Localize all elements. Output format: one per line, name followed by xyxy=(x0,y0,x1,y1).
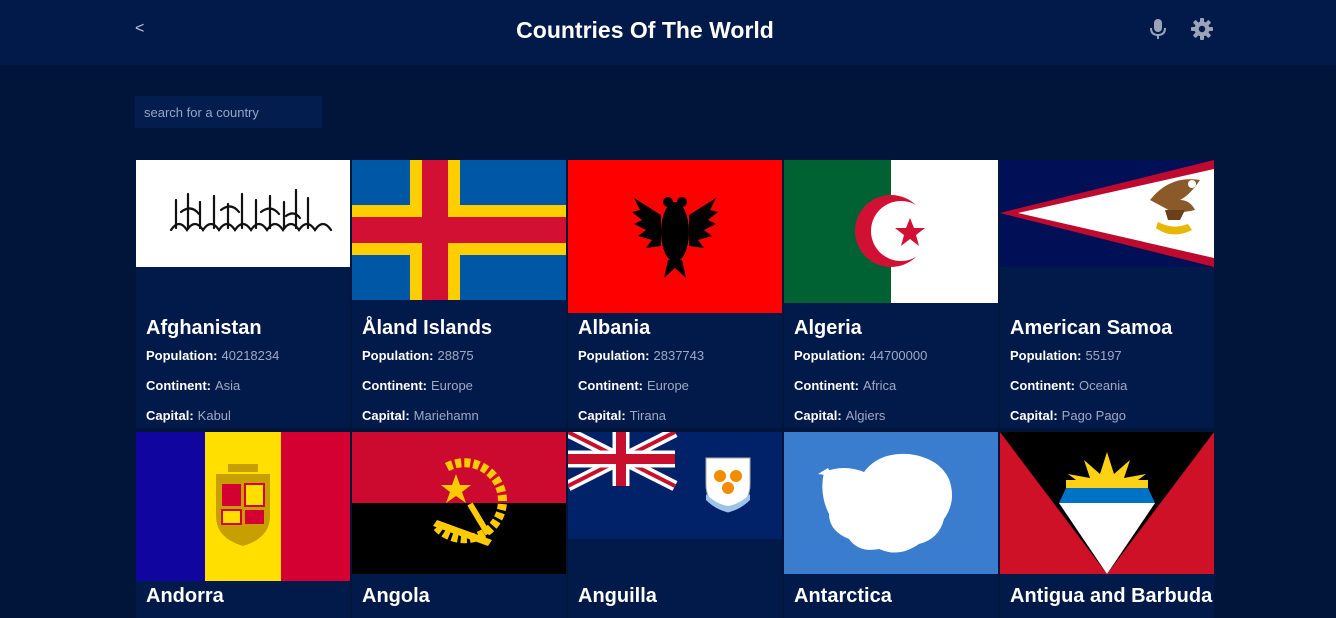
american-samoa-flag xyxy=(1000,160,1214,267)
capital-value: Algiers xyxy=(845,408,886,423)
continent-label: Continent: xyxy=(794,378,859,393)
country-name: Albania xyxy=(578,317,651,339)
continent-label: Continent: xyxy=(362,378,427,393)
country-card[interactable]: Afghanistan Population: 40218234 Continen… xyxy=(136,160,350,428)
capital-label: Capital: xyxy=(146,408,194,423)
population-row: Population: 44700000 xyxy=(794,348,927,363)
antigua-and-barbuda-flag xyxy=(1000,432,1214,574)
country-card[interactable]: Angola xyxy=(352,432,566,618)
page-title: Countries Of The World xyxy=(0,17,1290,44)
continent-row: Continent: Africa xyxy=(794,378,896,393)
population-row: Population: 28875 xyxy=(362,348,474,363)
algeria-flag xyxy=(784,160,998,303)
country-name: Afghanistan xyxy=(146,317,262,339)
continent-row: Continent: Europe xyxy=(578,378,689,393)
population-label: Population: xyxy=(362,348,434,363)
country-name: Angola xyxy=(362,585,430,607)
continent-label: Continent: xyxy=(1010,378,1075,393)
continent-value: Europe xyxy=(646,378,689,393)
population-row: Population: 2837743 xyxy=(578,348,704,363)
search-input[interactable] xyxy=(135,96,322,128)
country-name: American Samoa xyxy=(1010,317,1173,339)
afghanistan-flag xyxy=(136,160,350,267)
country-card[interactable]: Albania Population: 2837743 Continent: Eur… xyxy=(568,160,782,428)
microphone-icon[interactable] xyxy=(1149,18,1167,40)
page-title-text: Countries Of The World xyxy=(516,17,774,43)
country-card[interactable]: Anguilla xyxy=(568,432,782,618)
capital-label: Capital: xyxy=(1010,408,1058,423)
antarctica-flag xyxy=(784,432,998,574)
capital-label: Capital: xyxy=(578,408,626,423)
gear-icon[interactable] xyxy=(1190,17,1214,41)
app-header: < Countries Of The World xyxy=(0,0,1336,65)
population-value: 44700000 xyxy=(869,348,928,363)
continent-row: Continent: Asia xyxy=(146,378,240,393)
continent-row: Continent: Oceania xyxy=(1010,378,1127,393)
population-label: Population: xyxy=(794,348,866,363)
capital-row: Capital: Tirana xyxy=(578,408,666,423)
capital-value: Mariehamn xyxy=(413,408,479,423)
capital-row: Capital: Pago Pago xyxy=(1010,408,1126,423)
capital-row: Capital: Algiers xyxy=(794,408,885,423)
country-card[interactable]: Andorra xyxy=(136,432,350,618)
continent-value: Europe xyxy=(430,378,473,393)
continent-label: Continent: xyxy=(578,378,643,393)
country-card[interactable]: American Samoa Population: 55197 Continen… xyxy=(1000,160,1214,428)
aland-flag xyxy=(352,160,566,300)
population-value: 28875 xyxy=(437,348,474,363)
continent-value: Asia xyxy=(214,378,241,393)
albania-flag xyxy=(568,160,782,313)
capital-label: Capital: xyxy=(362,408,410,423)
capital-value: Tirana xyxy=(629,408,667,423)
continent-value: Africa xyxy=(862,378,897,393)
continent-label: Continent: xyxy=(146,378,211,393)
continent-row: Continent: Europe xyxy=(362,378,473,393)
population-value: 40218234 xyxy=(221,348,280,363)
anguilla-flag xyxy=(568,432,782,539)
population-value: 2837743 xyxy=(653,348,705,363)
country-name: Åland Islands xyxy=(362,317,493,339)
capital-label: Capital: xyxy=(794,408,842,423)
andorra-flag xyxy=(136,432,350,581)
continent-value: Oceania xyxy=(1078,378,1128,393)
capital-value: Kabul xyxy=(197,408,231,423)
capital-row: Capital: Mariehamn xyxy=(362,408,479,423)
country-card[interactable]: Antigua and Barbuda xyxy=(1000,432,1214,618)
capital-row: Capital: Kabul xyxy=(146,408,231,423)
country-card[interactable]: Algeria Population: 44700000 Continent: Af… xyxy=(784,160,998,428)
angola-flag xyxy=(352,432,566,574)
population-row: Population: 55197 xyxy=(1010,348,1122,363)
country-name: Antarctica xyxy=(794,585,892,607)
population-label: Population: xyxy=(146,348,218,363)
country-name: Algeria xyxy=(794,317,862,339)
population-row: Population: 40218234 xyxy=(146,348,279,363)
population-label: Population: xyxy=(578,348,650,363)
country-card[interactable]: Åland Islands Population: 28875 Continent… xyxy=(352,160,566,428)
country-name: Anguilla xyxy=(578,585,657,607)
population-value: 55197 xyxy=(1085,348,1122,363)
population-label: Population: xyxy=(1010,348,1082,363)
country-name: Antigua and Barbuda xyxy=(1010,585,1213,607)
country-card[interactable]: Antarctica xyxy=(784,432,998,618)
country-name: Andorra xyxy=(146,585,224,607)
capital-value: Pago Pago xyxy=(1061,408,1127,423)
